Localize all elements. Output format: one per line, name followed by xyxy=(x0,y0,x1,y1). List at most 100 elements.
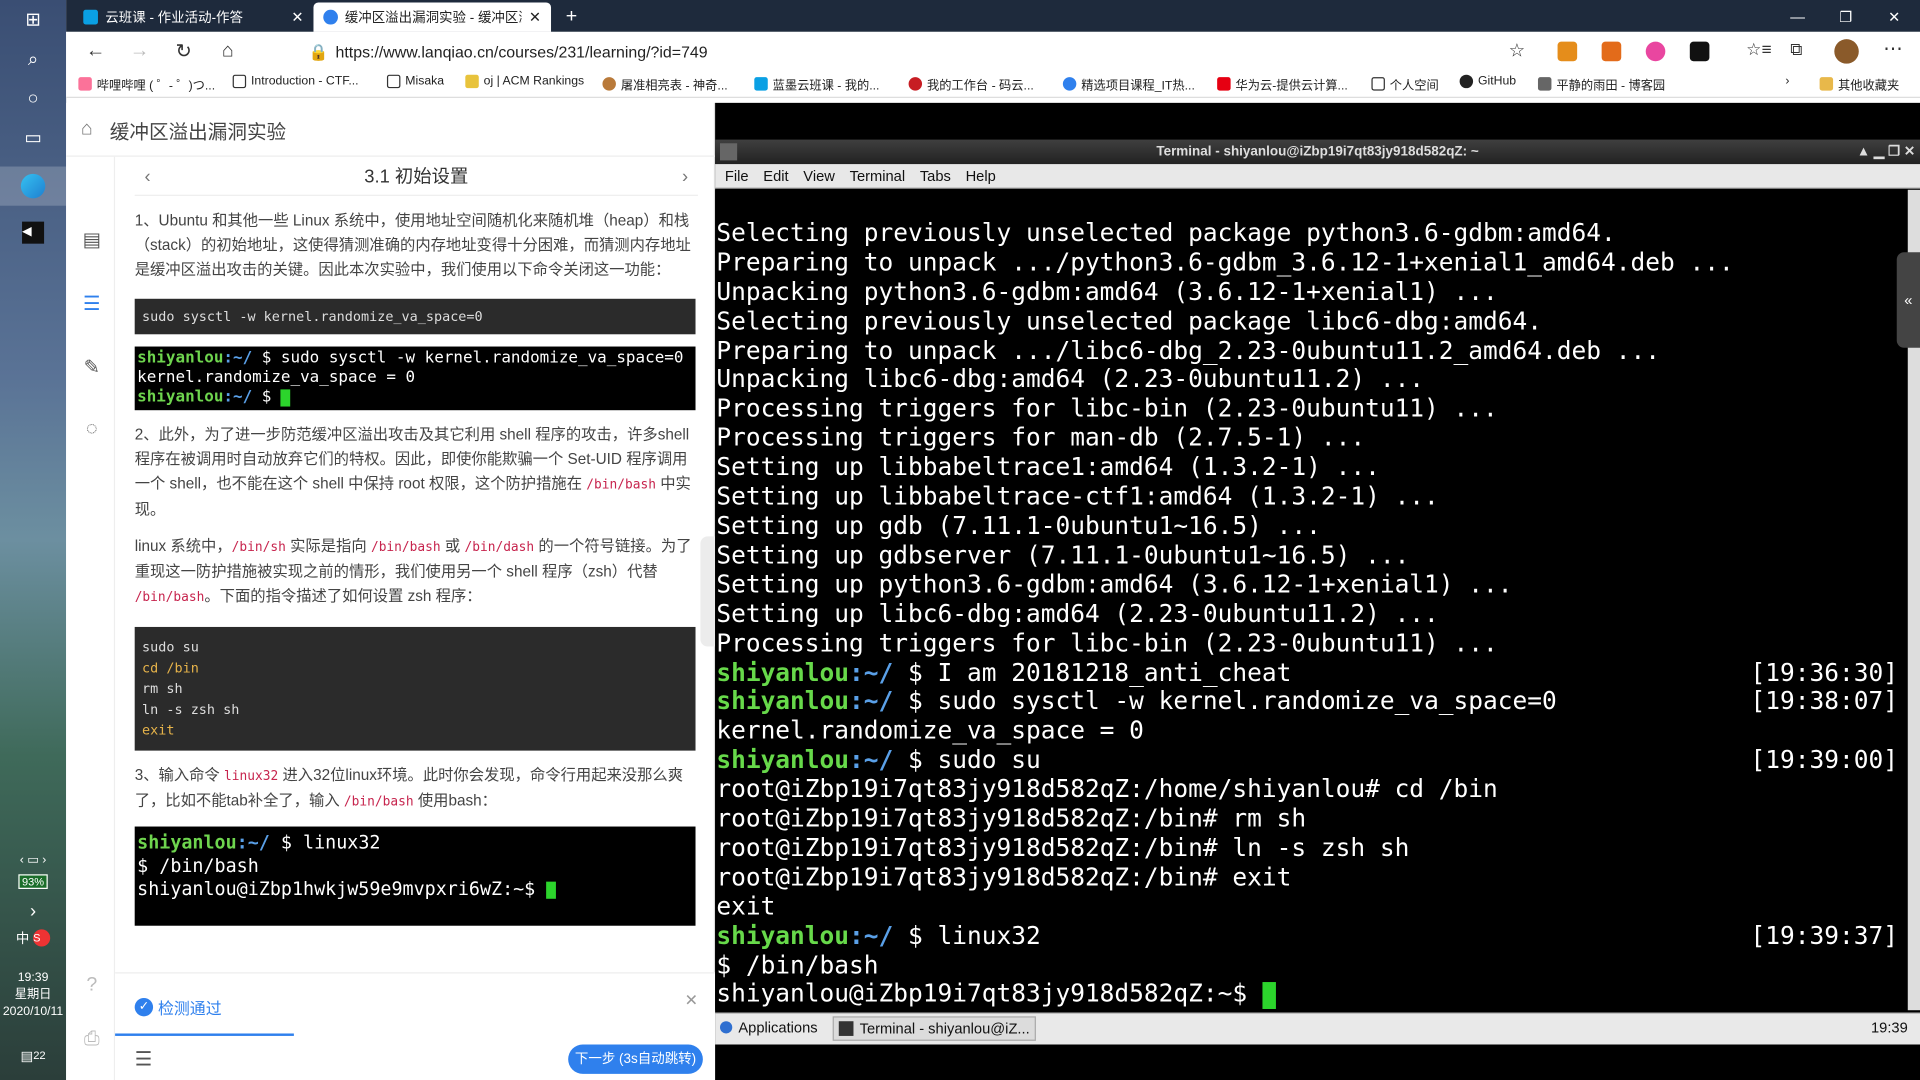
terminal-line: Setting up python3.6-gdbm:amd64 (3.6.12-… xyxy=(716,569,1513,599)
bookmark-folder[interactable]: 其他收藏夹 xyxy=(1819,75,1900,94)
collections-icon[interactable]: ⧉ xyxy=(1790,39,1802,60)
terminal-line: Setting up libbabeltrace-ctf1:amd64 (1.3… xyxy=(716,481,1439,511)
pane-resize-handle[interactable] xyxy=(700,536,716,647)
bookmark-item[interactable]: 平静的雨田 - 博客园 xyxy=(1537,75,1666,94)
bookmark-label: 其他收藏夹 xyxy=(1837,79,1900,94)
forward-icon[interactable]: → xyxy=(118,40,162,62)
chevron-left-icon[interactable]: ‹ xyxy=(144,159,150,196)
avatar[interactable] xyxy=(1834,39,1859,64)
command-text: $ /bin/bash xyxy=(137,854,259,877)
extension-icon[interactable] xyxy=(1557,41,1578,62)
app-icon[interactable]: ◀ xyxy=(0,213,66,252)
cortana-icon[interactable]: ○ xyxy=(0,78,66,117)
panel-clock: 19:39 xyxy=(1870,1018,1908,1036)
edge-browser-icon[interactable] xyxy=(0,166,67,206)
bookmark-item[interactable]: 华为云-提供云计算... xyxy=(1217,75,1348,93)
more-menu-icon[interactable]: ⋯ xyxy=(1883,37,1903,61)
pencil-icon[interactable]: ✎ xyxy=(78,355,105,382)
prompt-path: :~/ xyxy=(849,920,894,950)
catalog-icon[interactable]: ▤ xyxy=(78,228,105,255)
restore-icon[interactable]: ❐ xyxy=(1829,2,1862,31)
minimize-icon[interactable]: — xyxy=(1780,2,1814,31)
lesson-pane: ⌂ 缓冲区溢出漏洞实验 ▤ ☰ ✎ ◌ ? ⎙ ⚙ ‹ 3.1 初始设置 › 1… xyxy=(66,102,716,1080)
code-block[interactable]: sudo sysctl -w kernel.randomize_va_space… xyxy=(134,298,696,335)
timestamp: [19:36:30] xyxy=(1750,656,1898,687)
home-icon[interactable]: ⌂ xyxy=(81,118,93,140)
terminal-screenshot: shiyanlou:~/ $ sudo sysctl -w kernel.ran… xyxy=(134,346,696,411)
help-icon[interactable]: ? xyxy=(78,975,105,1002)
chevron-right-icon[interactable]: › xyxy=(682,159,688,196)
browser-tab[interactable]: 云班课 - 作业活动-作答 ✕ xyxy=(73,2,313,31)
refresh-icon[interactable]: ↻ xyxy=(162,39,206,63)
inline-code: linux32 xyxy=(224,768,279,784)
terminal-line: Processing triggers for libc-bin (2.23-0… xyxy=(716,627,1498,658)
menu-file[interactable]: File xyxy=(725,167,749,184)
terminal-line: shiyanlou@iZbp19i7qt83jy918d582qZ:~$ xyxy=(716,979,1907,1009)
favorite-star-icon[interactable]: ☆ xyxy=(1509,39,1525,61)
paragraph-text: linux 系统中， xyxy=(134,537,232,555)
bookmark-item[interactable]: 蓝墨云班课 - 我的... xyxy=(754,75,879,93)
new-tab-button[interactable]: + xyxy=(556,2,587,31)
back-icon[interactable]: ← xyxy=(73,40,117,62)
menu-tabs[interactable]: Tabs xyxy=(920,167,951,184)
windows-start-icon[interactable]: ⊞ xyxy=(0,0,66,39)
menu-icon[interactable]: ☰ xyxy=(135,1047,153,1071)
bookmark-item[interactable]: 精选项目课程_IT热... xyxy=(1062,75,1195,93)
code-line: exit xyxy=(142,722,175,739)
terminal-line: Unpacking python3.6-gdbm:amd64 (3.6.12-1… xyxy=(716,276,1498,306)
collapse-panel-button[interactable]: « xyxy=(1896,252,1920,348)
bookmark-item[interactable]: 我的工作台 - 码云... xyxy=(908,75,1034,93)
bookmark-item[interactable]: 哔哩哔哩 ( ゜- ゜)つ... xyxy=(78,75,215,93)
bookmark-item[interactable]: oj | ACM Rankings xyxy=(465,74,584,89)
notification-icon[interactable]: ▤ 22 xyxy=(0,1036,66,1075)
bookmark-item[interactable]: 屠准相亮表 - 神奇... xyxy=(602,75,728,93)
close-icon[interactable]: ✕ xyxy=(291,9,303,26)
url-field[interactable]: 🔒 https://www.lanqiao.cn/courses/231/lea… xyxy=(299,39,1536,66)
command-text: $ sudo sysctl -w kernel.randomize_va_spa… xyxy=(252,348,684,368)
page-icon xyxy=(232,74,247,89)
bookmark-item[interactable]: 个人空间 xyxy=(1371,75,1439,93)
section-nav: ‹ 3.1 初始设置 › xyxy=(134,159,698,196)
home-icon[interactable]: ⌂ xyxy=(206,40,250,62)
window-close-icon[interactable]: ✕ xyxy=(1878,2,1910,31)
terminal-line: Selecting previously unselected package … xyxy=(716,217,1616,248)
taskbar-terminal-button[interactable]: Terminal - shiyanlou@iZ... xyxy=(832,1016,1036,1041)
report-icon[interactable]: ⎙ xyxy=(78,1029,105,1056)
code-block[interactable]: sudo su cd /bin rm sh ln -s zsh sh exit xyxy=(134,626,696,751)
ime-indicator[interactable]: 中 S xyxy=(0,918,66,957)
comment-icon[interactable]: ◌ xyxy=(78,419,105,446)
chevron-right-icon[interactable]: › xyxy=(1785,75,1789,88)
metamask-icon[interactable] xyxy=(1601,41,1622,62)
menu-terminal[interactable]: Terminal xyxy=(850,167,906,184)
bookmark-label: 平静的雨田 - 博客园 xyxy=(1556,79,1666,94)
terminal-output[interactable]: Selecting previously unselected package … xyxy=(715,189,1908,1011)
task-view-icon[interactable]: ▭ xyxy=(0,118,66,157)
list-icon[interactable]: ☰ xyxy=(78,291,105,318)
bookmark-item[interactable]: GitHub xyxy=(1459,74,1516,89)
extension-icon[interactable] xyxy=(1689,41,1710,62)
bookmark-label: 哔哩哔哩 ( ゜- ゜)つ... xyxy=(96,79,216,94)
search-icon[interactable]: ⌕ xyxy=(0,39,66,78)
window-controls[interactable]: ▲ ▁ ❐ ✕ xyxy=(1857,140,1915,164)
terminal-line: Unpacking libc6-dbg:amd64 (2.23-0ubuntu1… xyxy=(716,364,1425,394)
close-icon[interactable]: ✕ xyxy=(685,991,698,1011)
applications-menu[interactable]: Applications xyxy=(720,1019,818,1036)
close-icon[interactable]: ✕ xyxy=(529,9,541,26)
menu-help[interactable]: Help xyxy=(966,167,996,184)
terminal-line: root@iZbp19i7qt83jy918d582qZ:/bin# ln -s… xyxy=(716,832,1410,862)
browser-tab-active[interactable]: 缓冲区溢出漏洞实验 - 缓冲区溢 ✕ xyxy=(313,2,552,32)
clock-weekday: 星期日 xyxy=(14,988,52,1002)
next-step-button[interactable]: 下一步 (3s自动跳转) xyxy=(568,1044,703,1074)
inline-code: /bin/bash xyxy=(343,794,414,810)
clock-time[interactable]: 19:39 xyxy=(0,970,66,987)
bookmark-item[interactable]: Introduction - CTF... xyxy=(232,74,359,89)
command-text: $ I am 20181218_anti_cheat xyxy=(893,656,1292,687)
bookmark-item[interactable]: Misaka xyxy=(386,74,444,89)
menu-edit[interactable]: Edit xyxy=(763,167,788,184)
check-label[interactable]: 检测通过 xyxy=(158,996,222,1019)
mosoteach-icon xyxy=(754,77,768,91)
extension-icon[interactable] xyxy=(1645,41,1666,62)
terminal-line: Setting up gdbserver (7.11.1-0ubuntu1~16… xyxy=(716,539,1410,570)
favorites-icon[interactable]: ☆≡ xyxy=(1746,39,1771,60)
menu-view[interactable]: View xyxy=(803,167,835,184)
